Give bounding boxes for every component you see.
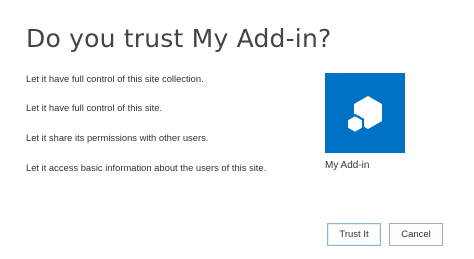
add-in-cube-icon: [345, 96, 382, 135]
addin-name: My Add-in: [325, 160, 370, 171]
permission-item: Let it have full control of this site.: [26, 102, 163, 113]
permission-item: Let it access basic information about th…: [26, 162, 267, 173]
dialog-title: Do you trust My Add-in?: [26, 24, 332, 53]
permission-item: Let it share its permissions with other …: [26, 132, 209, 143]
permission-item: Let it have full control of this site co…: [26, 73, 204, 84]
cancel-button[interactable]: Cancel: [389, 223, 443, 246]
addin-tile: [325, 73, 405, 153]
trust-dialog: Do you trust My Add-in? Let it have full…: [0, 0, 474, 259]
trust-button[interactable]: Trust It: [327, 223, 381, 246]
